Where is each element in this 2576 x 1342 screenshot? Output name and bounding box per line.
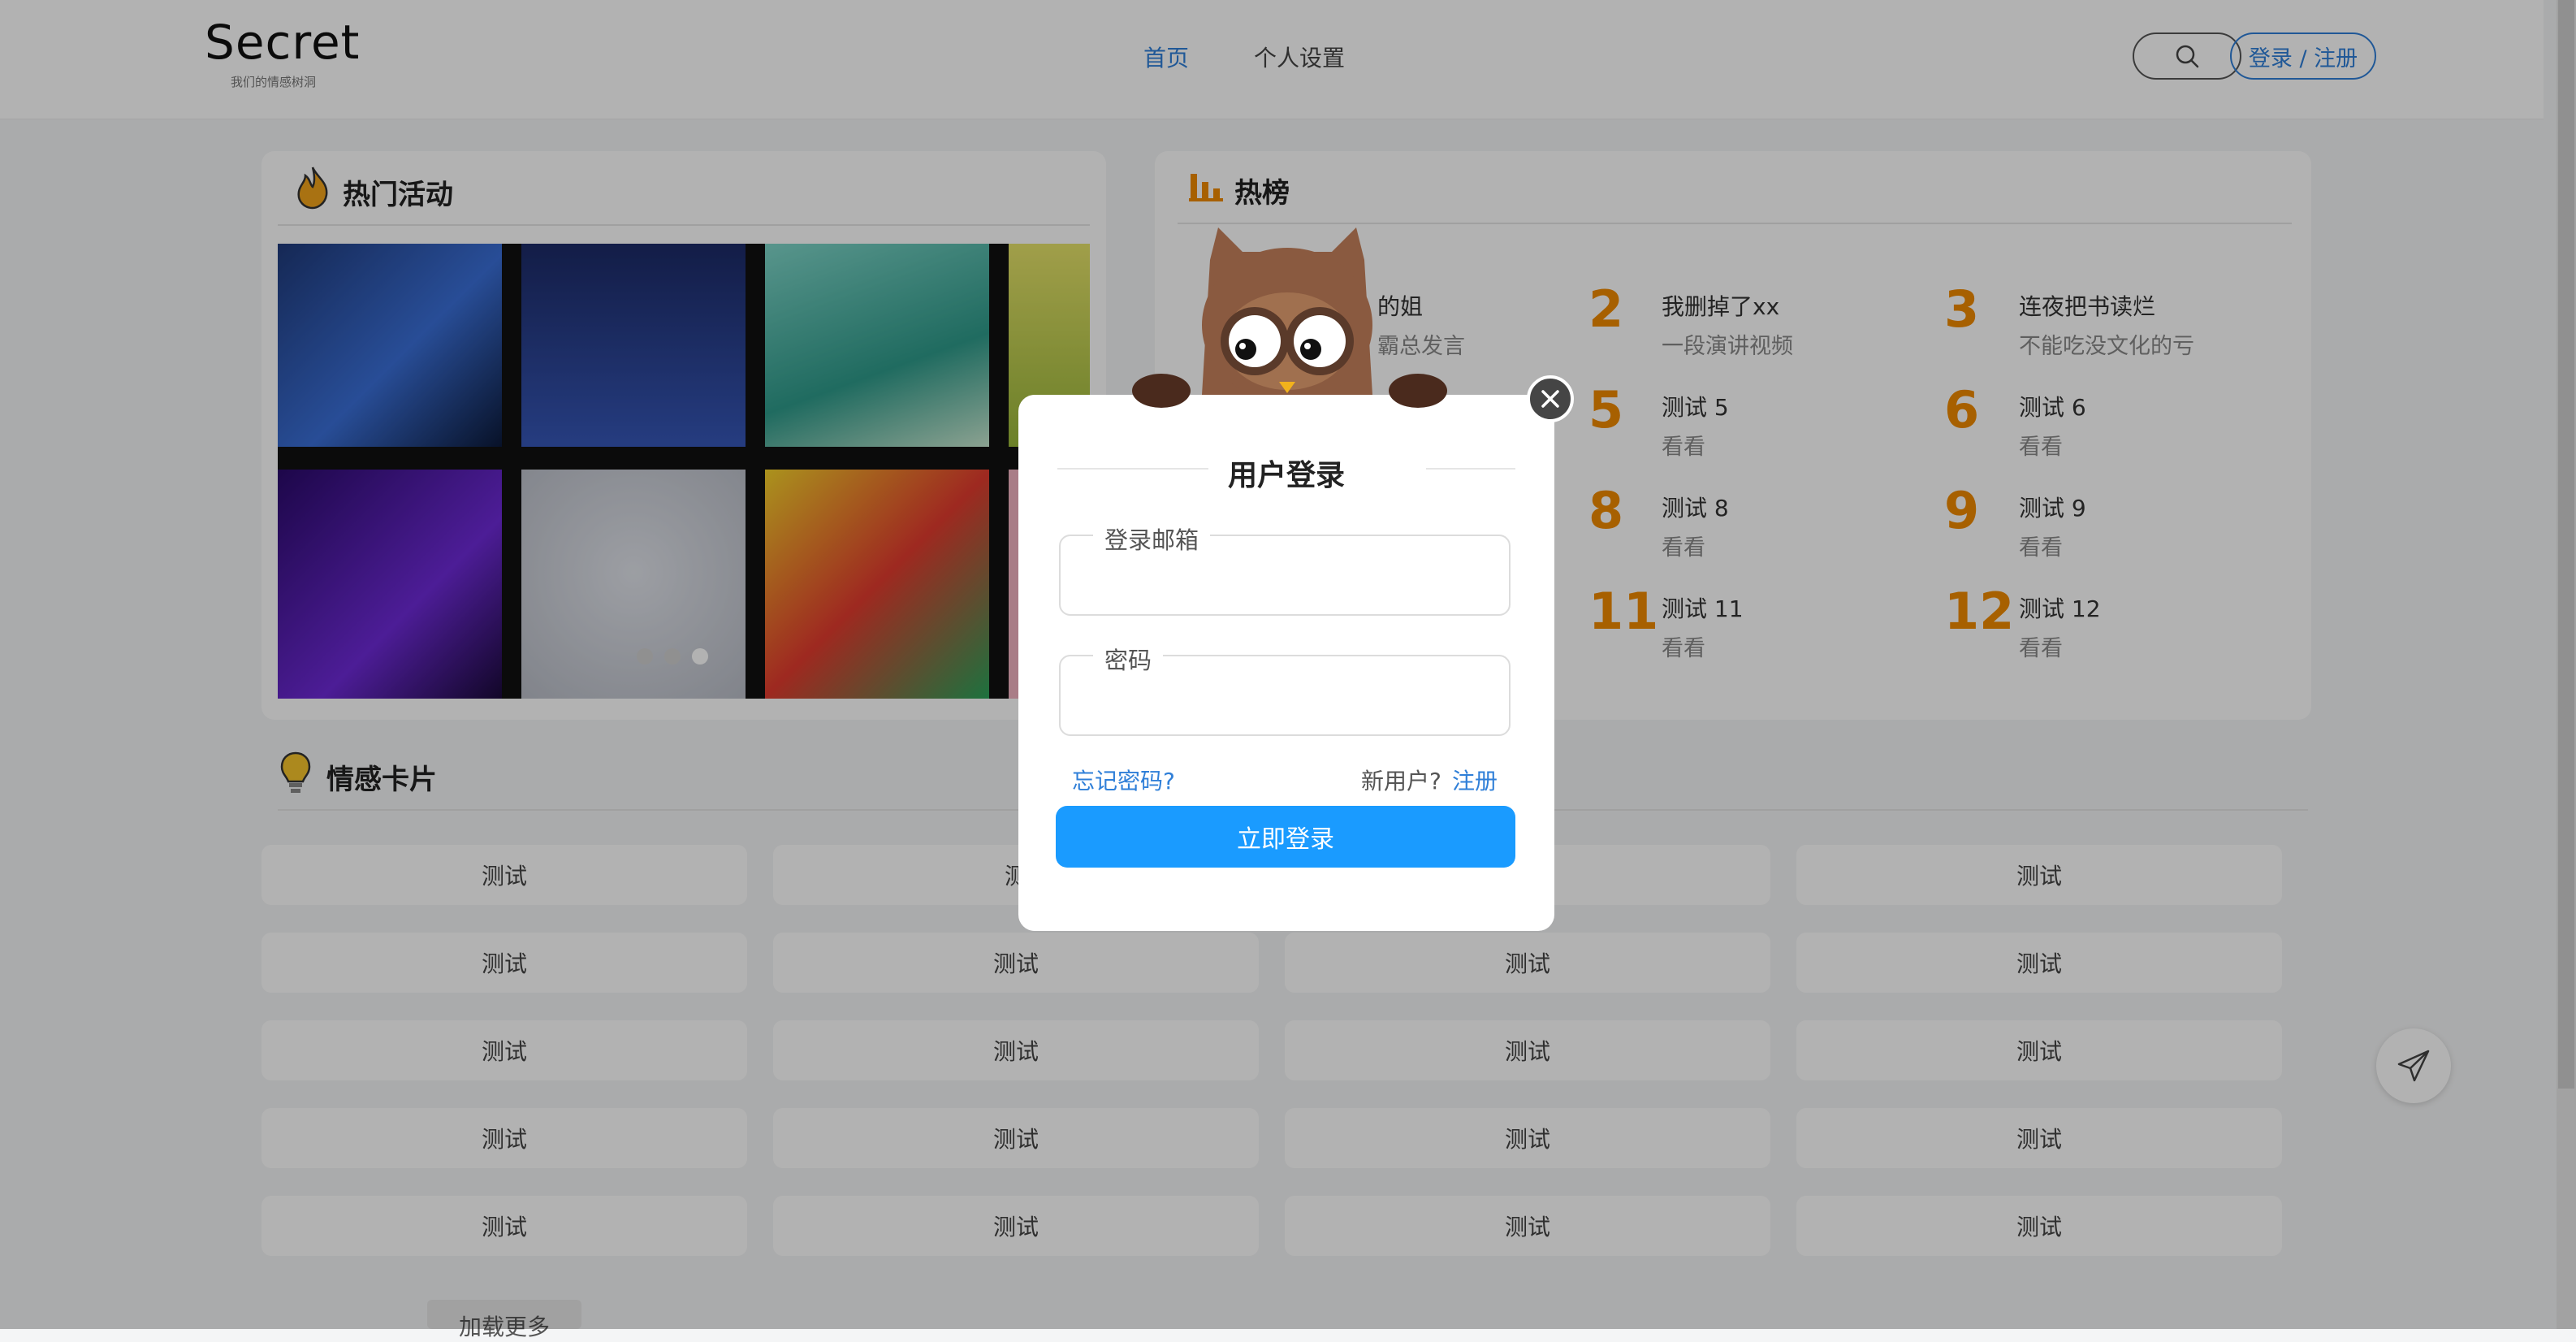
owl-paw-right: [1389, 374, 1447, 408]
close-icon: [1541, 390, 1559, 408]
register-link[interactable]: 注册: [1452, 764, 1498, 796]
owl-paw-left: [1132, 374, 1191, 408]
password-input[interactable]: [1077, 677, 1494, 720]
email-field[interactable]: 登录邮箱: [1059, 522, 1511, 616]
email-label: 登录邮箱: [1093, 522, 1211, 556]
password-field[interactable]: 密码: [1059, 642, 1511, 736]
email-input[interactable]: [1077, 557, 1494, 600]
login-title: 用户登录: [1227, 459, 1345, 492]
login-submit-button[interactable]: 立即登录: [1056, 806, 1515, 868]
owl-mascot: [1202, 227, 1372, 402]
close-modal-button[interactable]: [1527, 375, 1574, 422]
password-label: 密码: [1093, 642, 1164, 676]
forgot-password-link[interactable]: 忘记密码?: [1072, 764, 1175, 796]
new-user-text: 新用户?: [1361, 768, 1441, 794]
